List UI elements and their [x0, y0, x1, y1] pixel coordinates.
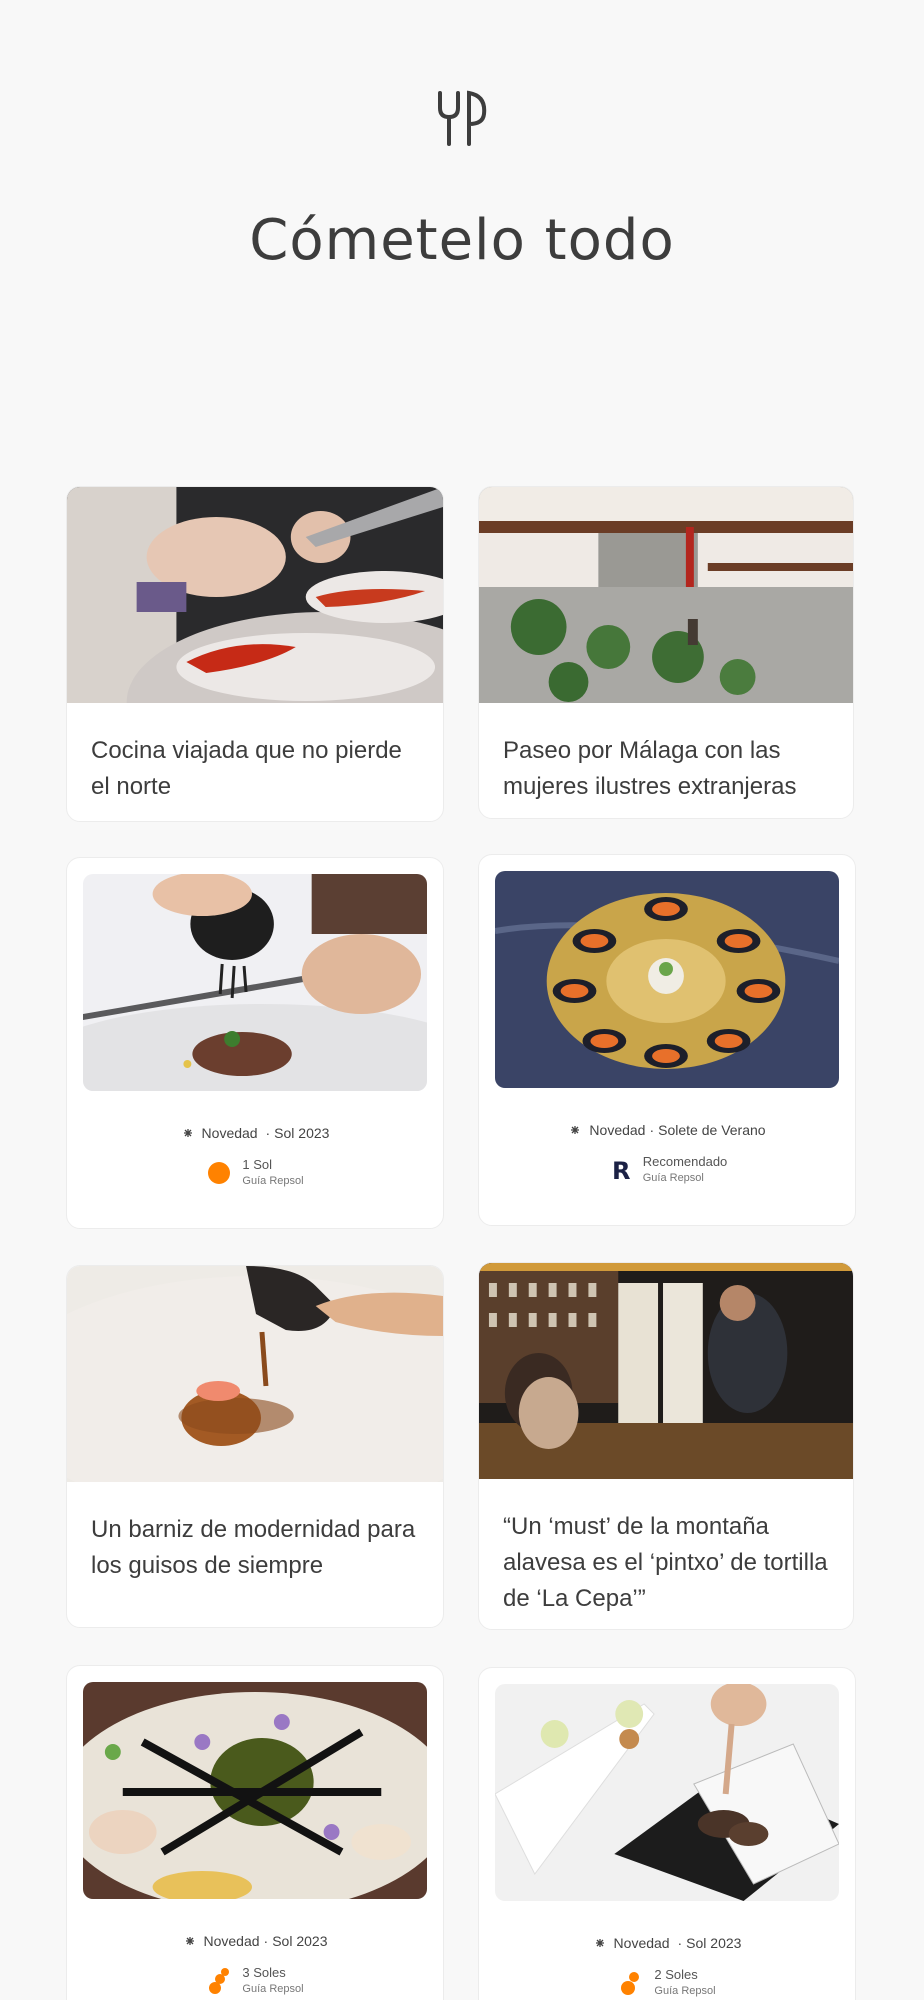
rating-name: 2 Soles — [654, 1967, 698, 1982]
award-label: Sol 2023 — [272, 1933, 328, 1949]
article-image — [479, 487, 853, 703]
restaurant-image — [83, 874, 427, 1091]
article-title: Cocina viajada que no pierde el norte — [91, 737, 402, 800]
rating: 1 Sol Guía Repsol — [67, 1157, 443, 1189]
separator: · — [673, 1935, 683, 1951]
novedad-tag: Novedad — [203, 1933, 260, 1949]
sparkle-icon — [595, 1939, 604, 1947]
rating-name: Recomendado — [642, 1154, 728, 1169]
separator: · — [649, 1122, 655, 1138]
article-title: Un barniz de modernidad para los guisos … — [91, 1516, 416, 1579]
article-card[interactable]: Cocina viajada que no pierde el norte — [66, 486, 444, 822]
fork-knife-logo-icon — [438, 90, 487, 146]
restaurant-image — [83, 1682, 427, 1899]
rating: 3 Soles Guía Repsol — [67, 1965, 443, 1997]
sun-1-icon — [206, 1160, 232, 1186]
restaurant-meta: Novedad · Solete de Verano — [479, 1122, 855, 1138]
article-title: “Un ‘must’ de la montaña alavesa es el ‘… — [503, 1513, 828, 1612]
sparkle-icon — [183, 1129, 192, 1137]
restaurant-card[interactable]: Novedad · Sol 2023 1 Sol Guía Repsol — [66, 857, 444, 1229]
award-label: Solete de Verano — [658, 1122, 766, 1138]
svg-text:R: R — [612, 1158, 630, 1182]
separator: · — [263, 1933, 269, 1949]
novedad-tag: Novedad — [201, 1125, 258, 1141]
restaurant-image — [495, 1684, 839, 1901]
rating-source: Guía Repsol — [654, 1985, 716, 1997]
restaurant-meta: Novedad · Sol 2023 — [67, 1125, 443, 1141]
sparkle-icon — [571, 1126, 580, 1134]
rating-source: Guía Repsol — [242, 1983, 304, 1995]
novedad-tag: Novedad — [613, 1935, 670, 1951]
restaurant-card[interactable]: Novedad · Sol 2023 3 Soles Guía Repsol — [66, 1665, 444, 2000]
page: Cómetelo todo Cocina viajada que no pier… — [0, 0, 924, 2000]
repsol-r-icon: R — [607, 1157, 633, 1183]
rating: R Recomendado Guía Repsol — [479, 1154, 855, 1186]
restaurant-meta: Novedad · Sol 2023 — [479, 1935, 855, 1951]
article-card[interactable]: Paseo por Málaga con las mujeres ilustre… — [478, 486, 854, 819]
article-title: Paseo por Málaga con las mujeres ilustre… — [503, 737, 797, 800]
award-label: Sol 2023 — [274, 1125, 330, 1141]
sparkle-icon — [185, 1937, 194, 1945]
sun-2-icon — [618, 1970, 644, 1996]
article-card[interactable]: “Un ‘must’ de la montaña alavesa es el ‘… — [478, 1262, 854, 1630]
rating: 2 Soles Guía Repsol — [479, 1967, 855, 1999]
article-card[interactable]: Un barniz de modernidad para los guisos … — [66, 1265, 444, 1628]
restaurant-image — [495, 871, 839, 1088]
sun-3-icon — [206, 1968, 232, 1994]
article-image — [67, 1266, 443, 1482]
rating-source: Guía Repsol — [242, 1175, 304, 1187]
novedad-tag: Novedad — [589, 1122, 646, 1138]
rating-source: Guía Repsol — [642, 1172, 704, 1184]
separator: · — [261, 1125, 271, 1141]
page-title: Cómetelo todo — [249, 208, 675, 273]
rating-name: 3 Soles — [242, 1965, 286, 1980]
restaurant-card[interactable]: Novedad · Sol 2023 2 Soles Guía Repsol — [478, 1667, 856, 2000]
article-image — [67, 487, 443, 703]
rating-name: 1 Sol — [242, 1157, 273, 1172]
award-label: Sol 2023 — [686, 1935, 742, 1951]
article-image — [479, 1263, 853, 1479]
restaurant-meta: Novedad · Sol 2023 — [67, 1933, 443, 1949]
restaurant-card[interactable]: Novedad · Solete de Verano R Recomendado… — [478, 854, 856, 1226]
